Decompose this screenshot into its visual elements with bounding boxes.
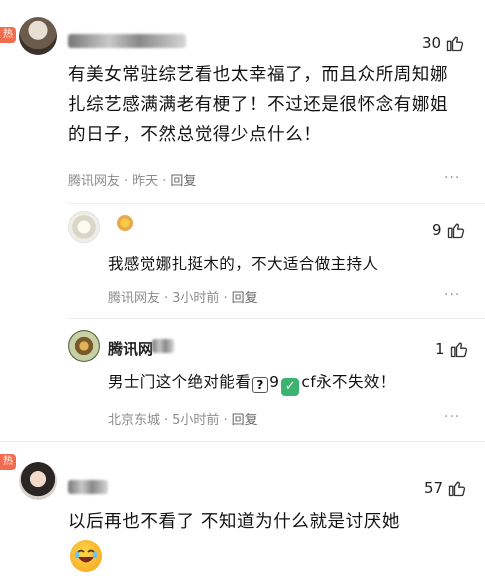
reply-button[interactable]: 回复 [232, 413, 258, 428]
username-blurred [152, 339, 174, 353]
like-button[interactable]: 30 [422, 33, 465, 53]
more-dots-icon[interactable]: ··· [444, 409, 460, 425]
avatar[interactable] [68, 330, 100, 362]
thumbs-up-icon [450, 342, 467, 358]
reply-time: 3小时前 [172, 291, 220, 306]
emoji-question-icon: ? [252, 377, 269, 393]
username-partial[interactable]: 腾讯网 [108, 338, 153, 359]
comment-time: 昨天 [132, 174, 159, 189]
reply-source: 北京东城 [108, 413, 161, 428]
reply-text: 我感觉娜扎挺木的，不大适合做主持人 [108, 255, 379, 273]
thumbs-up-icon [448, 481, 466, 497]
reply-text-part: 9 [269, 373, 280, 391]
reply-button[interactable]: 回复 [232, 291, 258, 306]
hot-badge: 热 [0, 27, 16, 43]
username-blurred[interactable] [68, 34, 186, 48]
avatar[interactable] [19, 17, 57, 55]
comment-meta: 腾讯网友 · 昨天 · 回复 [68, 174, 197, 189]
reply-meta: 腾讯网友 · 3小时前 · 回复 [108, 291, 258, 306]
avatar[interactable] [19, 462, 57, 500]
like-button[interactable]: 57 [424, 478, 467, 498]
hot-badge: 热 [0, 454, 16, 470]
avatar[interactable] [68, 211, 100, 243]
reply-text-part: 男士门这个绝对能看 [108, 373, 252, 391]
divider [0, 441, 485, 442]
comment-source: 腾讯网友 [68, 174, 121, 189]
like-count: 57 [424, 479, 444, 497]
divider [68, 318, 485, 319]
emoji-check-icon: ✓ [281, 378, 300, 396]
thumbs-up-icon [447, 223, 464, 239]
comment-text: 以后再也不看了 不知道为什么就是讨厌她 [68, 512, 400, 532]
like-count: 9 [432, 221, 442, 239]
badge-icon [117, 215, 133, 231]
reply-time: 5小时前 [172, 413, 220, 428]
username-blurred[interactable] [68, 480, 108, 494]
divider [68, 203, 485, 204]
like-button[interactable]: 9 [432, 220, 466, 240]
reply-text: 男士门这个绝对能看? 9 ✓ cf永不失效！ [108, 370, 448, 396]
more-dots-icon[interactable]: ··· [444, 287, 460, 303]
reply-source: 腾讯网友 [108, 291, 161, 306]
like-count: 1 [435, 340, 445, 358]
laughing-emoji-icon [70, 540, 102, 572]
like-button[interactable]: 1 [435, 339, 469, 359]
reply-button[interactable]: 回复 [170, 174, 196, 189]
more-dots-icon[interactable]: ··· [444, 170, 460, 186]
thumbs-up-icon [446, 36, 464, 52]
comment-text: 有美女常驻综艺看也太幸福了，而且众所周知娜扎综艺感满满老有梗了！不过还是很怀念有… [68, 65, 449, 145]
reply-text-part: cf永不失效！ [301, 373, 396, 391]
reply-meta: 北京东城 · 5小时前 · 回复 [108, 413, 258, 428]
like-count: 30 [422, 34, 442, 52]
